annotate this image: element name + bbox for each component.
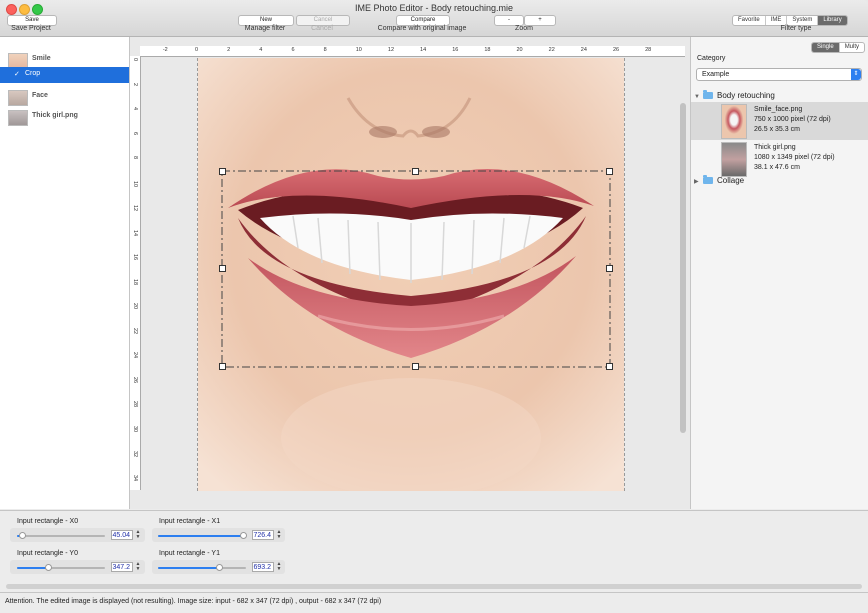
- face-thumbnail: [8, 90, 28, 106]
- x0-slider[interactable]: [17, 532, 105, 539]
- save-caption: Save Project: [11, 25, 51, 32]
- tab-multy[interactable]: Multy: [840, 43, 864, 52]
- crop-handle-bottom-left[interactable]: [219, 363, 226, 370]
- x0-label: Input rectangle - X0: [17, 518, 79, 525]
- library-item-smile-face[interactable]: Smile_face.png 750 x 1000 pixel (72 dpi)…: [691, 102, 868, 140]
- thick-girl-thumbnail: [8, 110, 28, 126]
- crop-rectangle[interactable]: [130, 37, 690, 509]
- y1-slider-knob[interactable]: [215, 564, 223, 571]
- filter-item-crop[interactable]: ✓ Crop: [0, 67, 129, 83]
- folder-collage[interactable]: ▶ Collage: [694, 175, 745, 185]
- x0-value[interactable]: 45.04: [111, 530, 133, 540]
- x1-label: Input rectangle - X1: [159, 518, 221, 525]
- thick-girl-thumbnail: [721, 142, 747, 177]
- filter-item-thick-girl[interactable]: Thick girl.png: [0, 109, 129, 126]
- x1-stepper-icon[interactable]: ▲ ▼: [276, 530, 282, 540]
- crop-handle-top-left[interactable]: [219, 168, 226, 175]
- filter-label: Crop: [25, 70, 41, 77]
- folder-icon: [703, 175, 713, 185]
- y1-stepper-icon[interactable]: ▲ ▼: [276, 562, 282, 572]
- title-bar: IME Photo Editor - Body retouching.mie S…: [0, 0, 868, 37]
- disclosure-open-icon: ▼: [694, 94, 700, 100]
- item-name: Thick girl.png: [754, 144, 796, 151]
- folder-name: Body retouching: [717, 91, 775, 100]
- crop-handle-top-right[interactable]: [606, 168, 613, 175]
- y0-slider-fill: [17, 567, 48, 569]
- crop-handle-left[interactable]: [219, 265, 226, 272]
- x1-slider-fill: [158, 535, 244, 537]
- filter-list: Smile ✓ Crop Face Thick girl.png: [0, 37, 130, 509]
- image-canvas[interactable]: -2 0 2 4 6 8 10 12 14 16 18 20 22 24 26 28 0 2 4 6 8 10 12 14 1…: [130, 37, 691, 509]
- category-value: Example: [702, 71, 730, 78]
- filter-label: Thick girl.png: [32, 112, 78, 119]
- item-size: 38.1 x 47.6 cm: [754, 164, 800, 171]
- crop-handle-bottom-right[interactable]: [606, 363, 613, 370]
- x0-stepper-icon[interactable]: ▲ ▼: [135, 530, 141, 540]
- library-mode-tabs: Single Multy: [811, 42, 866, 53]
- x1-value[interactable]: 726.4: [252, 530, 274, 540]
- tab-library[interactable]: Library: [818, 16, 847, 25]
- status-text: Attention. The edited image is displayed…: [5, 598, 382, 605]
- item-name: Smile_face.png: [754, 106, 803, 113]
- y0-value[interactable]: 347.2: [111, 562, 133, 572]
- tab-ime[interactable]: IME: [766, 16, 788, 25]
- chevron-updown-icon: ⇕: [851, 69, 861, 80]
- y1-slider[interactable]: [158, 564, 246, 571]
- folder-name: Collage: [717, 176, 745, 185]
- canvas-vertical-scrollbar[interactable]: [680, 103, 686, 433]
- filter-label: Smile: [32, 55, 51, 62]
- item-pixels: 750 x 1000 pixel (72 dpi): [754, 116, 831, 123]
- category-select[interactable]: Example ⇕: [696, 68, 862, 81]
- item-info: Smile_face.png 750 x 1000 pixel (72 dpi)…: [754, 105, 831, 135]
- crop-handle-top[interactable]: [412, 168, 419, 175]
- y1-slider-fill: [158, 567, 219, 569]
- disclosure-closed-icon: ▶: [694, 179, 699, 185]
- checkmark-icon: ✓: [14, 71, 20, 78]
- filter-label: Face: [32, 92, 48, 99]
- library-item-thick-girl[interactable]: Thick girl.png 1080 x 1349 pixel (72 dpi…: [691, 140, 868, 178]
- window-title: IME Photo Editor - Body retouching.mie: [354, 3, 514, 13]
- category-label: Category: [697, 55, 726, 62]
- cancel-caption: Cancel: [311, 25, 333, 32]
- tab-favorite[interactable]: Favorite: [733, 16, 766, 25]
- tab-single[interactable]: Single: [812, 43, 840, 52]
- y0-label: Input rectangle - Y0: [17, 550, 78, 557]
- filter-item-smile[interactable]: Smile: [0, 52, 129, 69]
- filter-parameters: Input rectangle - X0 45.04 ▲ ▼ Input rect…: [0, 510, 868, 591]
- item-info: Thick girl.png 1080 x 1349 pixel (72 dpi…: [754, 143, 835, 173]
- status-bar: Attention. The edited image is displayed…: [0, 592, 868, 613]
- library-panel: Single Multy Category Example ⇕ ▼ Body re…: [691, 37, 868, 509]
- y1-value[interactable]: 693.2: [252, 562, 274, 572]
- y0-slider-knob[interactable]: [44, 564, 52, 571]
- y0-slider[interactable]: [17, 564, 105, 571]
- item-pixels: 1080 x 1349 pixel (72 dpi): [754, 154, 835, 161]
- crop-handle-right[interactable]: [606, 265, 613, 272]
- app-window: IME Photo Editor - Body retouching.mie S…: [0, 0, 868, 613]
- zoom-caption: Zoom: [515, 25, 533, 32]
- manage-filter-caption: Manage filter: [244, 25, 286, 32]
- tab-system[interactable]: System: [787, 16, 819, 25]
- folder-icon: [703, 90, 713, 100]
- x1-slider[interactable]: [158, 532, 248, 539]
- y0-stepper-icon[interactable]: ▲ ▼: [135, 562, 141, 572]
- crop-handle-bottom[interactable]: [412, 363, 419, 370]
- filter-type-caption: Filter type: [780, 25, 812, 32]
- filter-item-face[interactable]: Face: [0, 89, 129, 106]
- smile-face-thumbnail: [721, 104, 747, 139]
- params-horizontal-scrollbar[interactable]: [6, 584, 862, 589]
- item-size: 26.5 x 35.3 cm: [754, 126, 800, 133]
- folder-body-retouching[interactable]: ▼ Body retouching: [694, 90, 775, 100]
- y1-label: Input rectangle - Y1: [159, 550, 220, 557]
- compare-caption: Compare with original image: [377, 25, 467, 32]
